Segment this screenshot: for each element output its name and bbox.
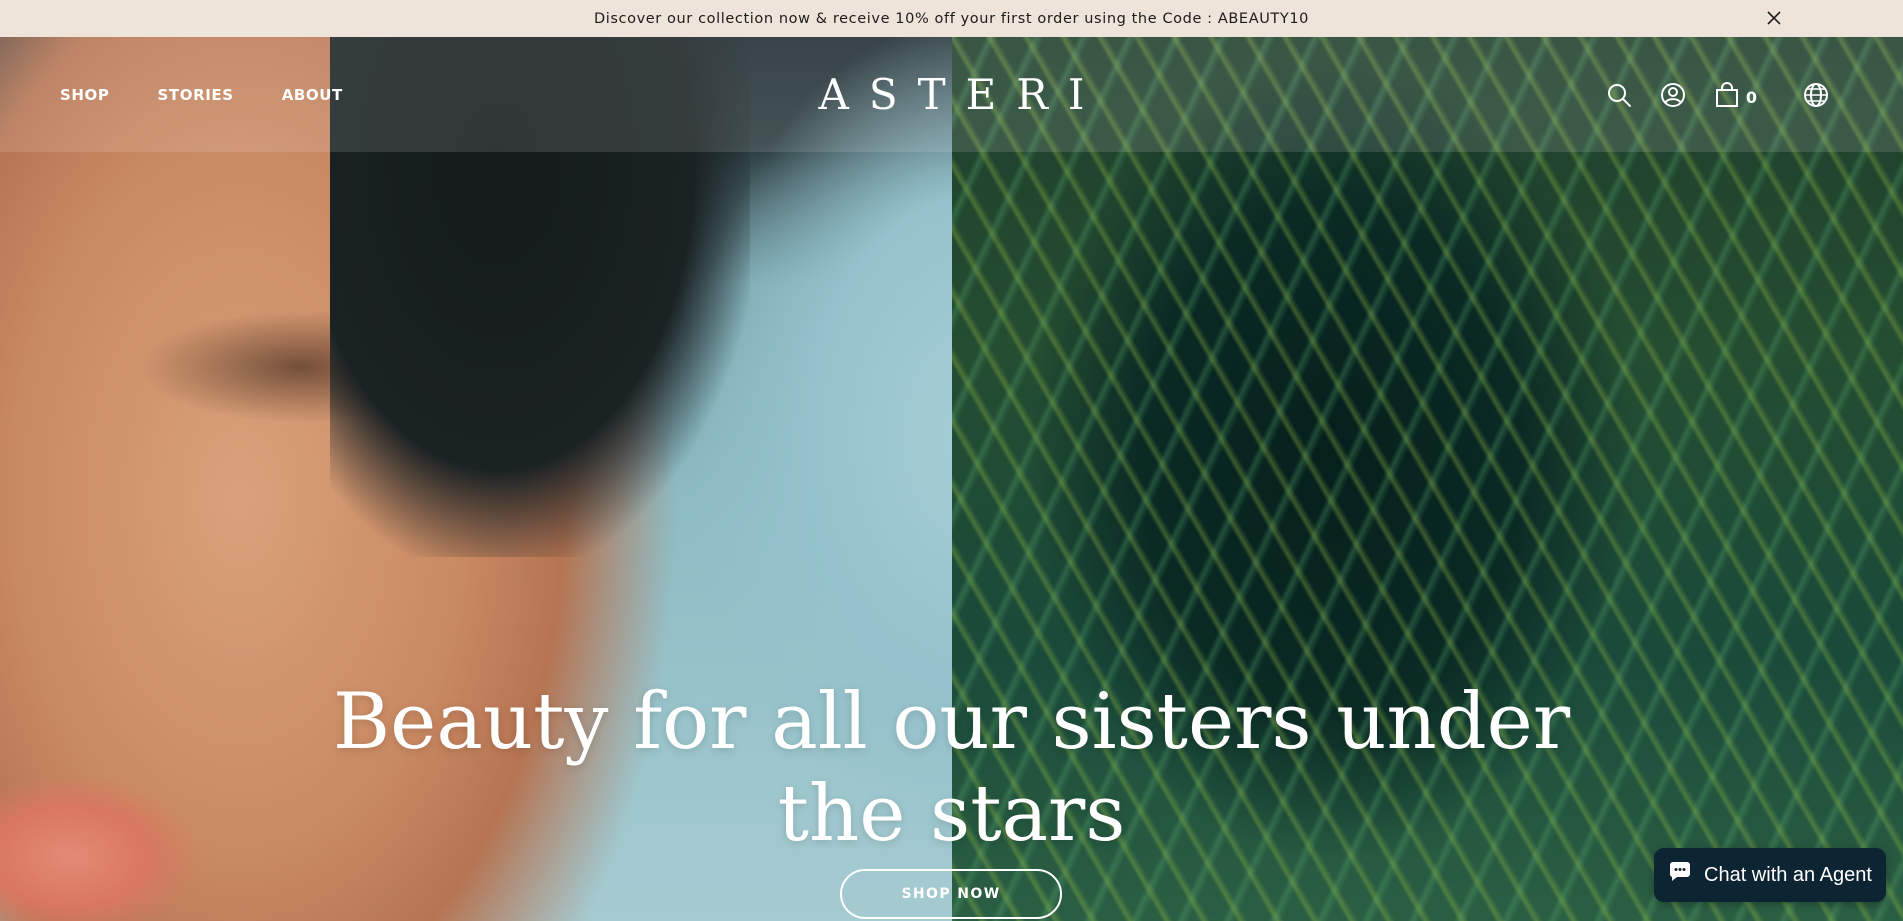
chat-with-agent-button[interactable]: Chat with an Agent [1654, 848, 1886, 902]
close-icon[interactable] [1765, 9, 1783, 27]
nav-shop[interactable]: SHOP [60, 86, 110, 104]
hero-headline: Beauty for all our sisters under the sta… [0, 676, 1903, 860]
header-icons: 0 [1606, 37, 1831, 152]
chat-label: Chat with an Agent [1704, 863, 1872, 886]
nav-stories[interactable]: STORIES [158, 86, 234, 104]
cart-button[interactable]: 0 [1714, 81, 1757, 109]
hero-headline-line2: the stars [777, 769, 1126, 859]
account-icon[interactable] [1660, 81, 1688, 109]
cart-icon [1714, 81, 1742, 109]
cart-count: 0 [1745, 88, 1757, 107]
hero-headline-line1: Beauty for all our sisters under [332, 677, 1571, 767]
globe-icon[interactable] [1803, 81, 1831, 109]
nav-about[interactable]: ABOUT [282, 86, 343, 104]
chat-bubble-icon [1668, 861, 1692, 889]
search-icon[interactable] [1606, 81, 1634, 109]
announcement-bar: Discover our collection now & receive 10… [0, 0, 1903, 37]
shop-now-button[interactable]: SHOP NOW [840, 869, 1062, 919]
site-logo[interactable]: ASTERI [819, 70, 1105, 119]
announcement-text: Discover our collection now & receive 10… [593, 10, 1309, 27]
main-nav: SHOP STORIES ABOUT [60, 37, 343, 152]
